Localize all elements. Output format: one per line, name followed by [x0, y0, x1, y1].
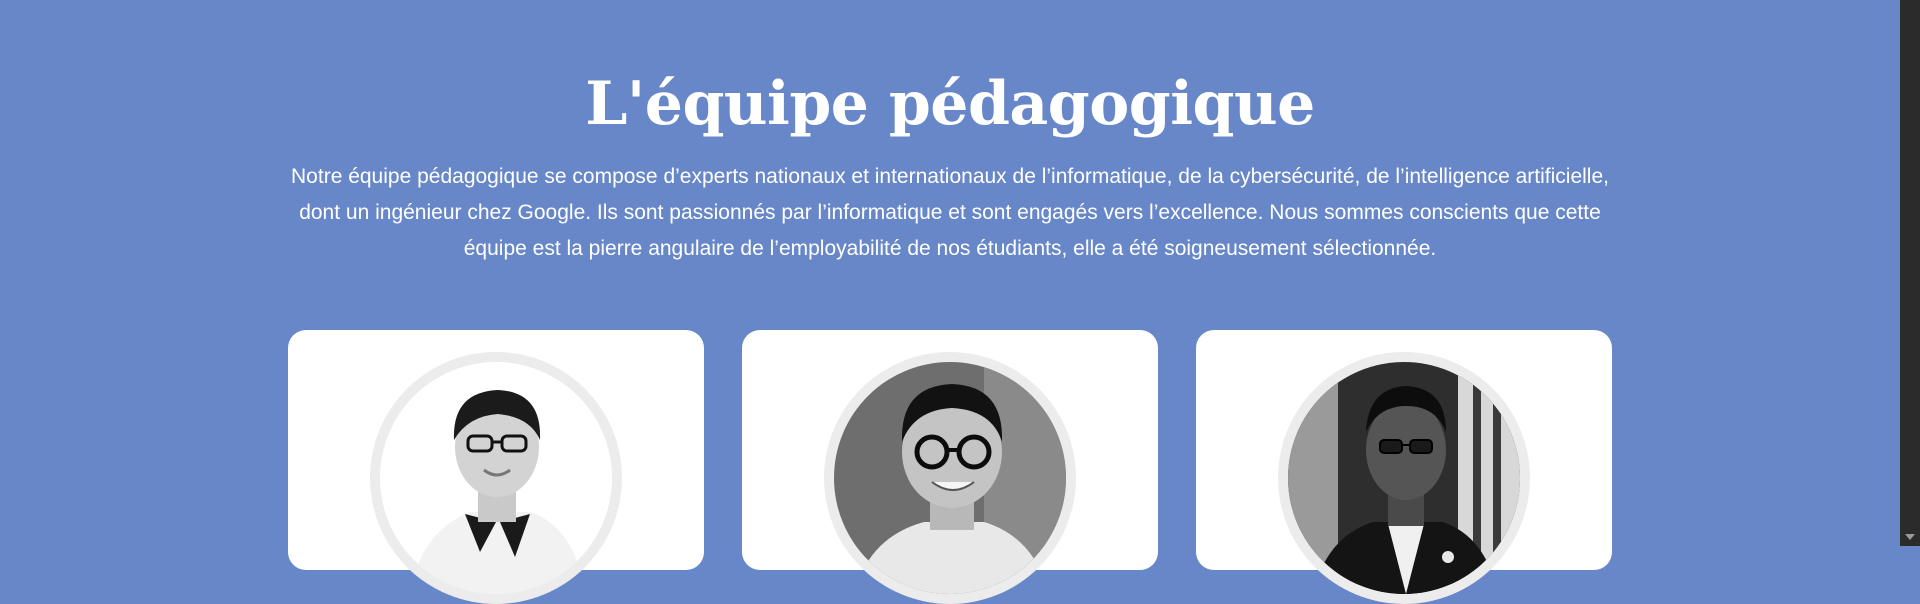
portrait-frame — [370, 352, 622, 604]
team-member-portrait — [834, 362, 1066, 594]
team-section: L'équipe pédagogique Notre équipe pédago… — [0, 0, 1900, 604]
scrollbar[interactable] — [1900, 0, 1920, 546]
team-member-card — [742, 330, 1158, 604]
team-member-card — [1196, 330, 1612, 604]
team-member-portrait — [1288, 362, 1520, 594]
portrait-frame — [1278, 352, 1530, 604]
section-intro: Notre équipe pédagogique se compose d’ex… — [291, 165, 1609, 260]
portrait-frame — [824, 352, 1076, 604]
section-title: L'équipe pédagogique — [585, 69, 1315, 139]
scroll-down-arrow-icon[interactable] — [1905, 534, 1915, 540]
team-member-portrait — [380, 362, 612, 594]
team-member-card — [288, 330, 704, 604]
